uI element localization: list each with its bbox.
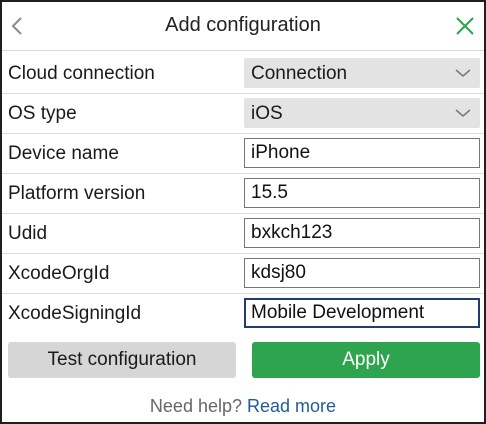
row-xcode-signing-id: XcodeSigningId (2, 294, 484, 333)
udid-input[interactable] (244, 218, 480, 248)
dialog-header: Add configuration (2, 2, 484, 51)
row-os-type: OS type iOS (2, 94, 484, 134)
row-xcode-org-id: XcodeOrgId (2, 254, 484, 294)
help-footer: Need help? Read more (2, 396, 484, 417)
cloud-connection-label: Cloud connection (8, 63, 155, 84)
cloud-connection-select[interactable]: Connection (244, 58, 480, 88)
close-button[interactable] (452, 12, 478, 40)
chevron-down-icon (455, 109, 471, 117)
row-platform-version: Platform version (2, 174, 484, 214)
cloud-connection-value: Connection (251, 63, 348, 84)
xcode-signing-id-input[interactable] (244, 298, 480, 328)
os-type-select[interactable]: iOS (244, 98, 480, 128)
xcode-org-id-input[interactable] (244, 258, 480, 288)
row-cloud-connection: Cloud connection Connection (2, 54, 484, 94)
os-type-label: OS type (8, 103, 77, 124)
os-type-value: iOS (251, 103, 283, 124)
apply-button[interactable]: Apply (252, 342, 480, 378)
platform-version-input[interactable] (244, 178, 480, 208)
device-name-input[interactable] (244, 138, 480, 168)
udid-label: Udid (8, 223, 48, 244)
row-device-name: Device name (2, 134, 484, 174)
device-name-label: Device name (8, 143, 119, 164)
platform-version-label: Platform version (8, 183, 146, 204)
row-udid: Udid (2, 214, 484, 254)
xcode-signing-id-label: XcodeSigningId (8, 303, 142, 324)
dialog-title: Add configuration (165, 14, 321, 36)
add-configuration-dialog: Add configuration Cloud connection Conne… (0, 0, 486, 424)
test-configuration-button[interactable]: Test configuration (8, 342, 236, 378)
xcode-org-id-label: XcodeOrgId (8, 263, 110, 284)
close-icon (456, 17, 474, 35)
chevron-down-icon (455, 69, 471, 77)
help-text: Need help? (149, 396, 242, 416)
read-more-link[interactable]: Read more (247, 396, 336, 416)
